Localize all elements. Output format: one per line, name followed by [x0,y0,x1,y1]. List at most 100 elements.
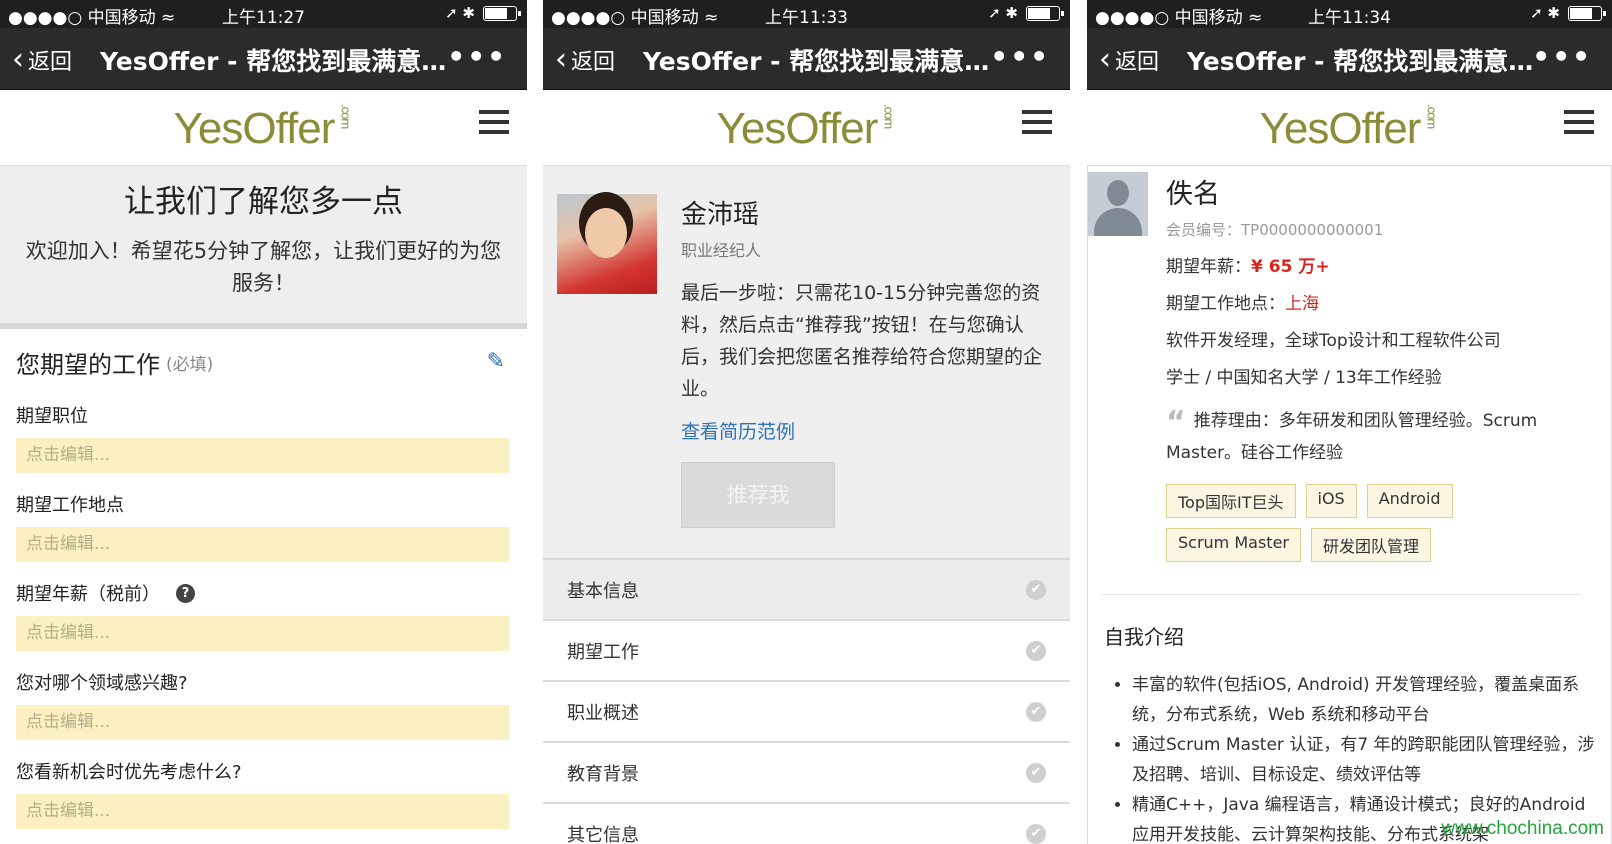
nav-bar: ‹ 返回 YesOffer - 帮您找到最满意的... ••• [1087,28,1612,90]
check-icon: ✔ [1026,701,1046,722]
page-title: 让我们了解您多一点 [124,184,403,220]
label-expected-salary: 期望年薪（税前）? [0,562,527,616]
location-bluetooth-icons: ➚ ✱ [445,4,475,22]
menu-icon[interactable] [479,110,509,140]
logo-text: YesOffer [1259,104,1422,153]
profile-section-list: 基本信息 ✔ 期望工作 ✔ 职业概述 ✔ 教育背景 ✔ 其它信息 ✔ [543,558,1070,844]
yesoffer-logo[interactable]: YesOffer .com [0,104,527,154]
phone-screen-candidate: ●●●●○ 中国移动 ≈ 上午11:34 ➚ ✱ ‹ 返回 YesOffer -… [1087,0,1612,844]
location-bluetooth-icons: ➚ ✱ [1530,4,1560,22]
expected-salary-field[interactable]: 点击编辑... [16,616,509,651]
nav-title: YesOffer - 帮您找到最满意的... [1187,47,1542,76]
location-bluetooth-icons: ➚ ✱ [988,4,1018,22]
status-icons: ➚ ✱ [445,4,521,22]
watermark: www.chochina.com [1441,818,1604,839]
menu-item-basic-info[interactable]: 基本信息 ✔ [543,560,1070,621]
agent-role: 职业经纪人 [681,241,762,260]
expected-salary: 期望年薪：¥ 65 万+ [1166,257,1330,277]
nav-bar: ‹ 返回 YesOffer - 帮您找到最满意的... ••• [543,28,1070,90]
current-position: 软件开发经理，全球Top设计和工程软件公司 [1166,331,1501,351]
interest-area-field[interactable]: 点击编辑... [16,705,509,740]
self-intro-title: 自我介绍 [1104,625,1184,649]
logo-suffix: .com [1424,104,1440,129]
back-label: 返回 [28,50,73,75]
logo-text: YesOffer [716,104,879,153]
battery-icon [1568,5,1606,21]
tag: 研发团队管理 [1310,528,1431,562]
label-expected-location: 期望工作地点 [16,495,124,516]
candidate-card: 佚名 会员编号：TP0000000000001 期望年薪：¥ 65 万+ 期望工… [1087,166,1612,595]
welcome-banner: 让我们了解您多一点 欢迎加入！希望花5分钟了解您，让我们更好的为您服务！ [0,166,527,329]
logo-suffix: .com [881,104,897,129]
menu-item-education[interactable]: 教育背景 ✔ [543,743,1070,804]
nav-bar: ‹ 返回 YesOffer - 帮您找到最满意的... ••• [0,28,527,90]
more-options-button[interactable]: ••• [990,40,1050,73]
menu-item-career-summary[interactable]: 职业概述 ✔ [543,682,1070,743]
menu-item-other-info[interactable]: 其它信息 ✔ [543,804,1070,844]
tag: Android [1366,484,1453,518]
yesoffer-logo[interactable]: YesOffer .com [543,104,1070,154]
back-label: 返回 [1115,50,1160,75]
agent-message: 最后一步啦：只需花10-15分钟完善您的资料，然后点击“推荐我”按钮！在与您确认… [681,282,1043,400]
yesoffer-logo[interactable]: YesOffer .com [1087,104,1612,154]
logo-suffix: .com [338,104,354,129]
menu-item-expected-job[interactable]: 期望工作 ✔ [543,621,1070,682]
tag: Scrum Master [1166,528,1301,562]
status-bar: ●●●●○ 中国移动 ≈ 上午11:33 ➚ ✱ [543,0,1070,28]
phone-screen-profile-form: ●●●●○ 中国移动 ≈ 上午11:27 ➚ ✱ ‹ 返回 YesOffer -… [0,0,527,844]
more-options-button[interactable]: ••• [447,40,507,73]
label-interest-area: 您对哪个领域感兴趣? [16,673,188,694]
status-bar: ●●●●○ 中国移动 ≈ 上午11:34 ➚ ✱ [1087,0,1612,28]
chevron-left-icon: ‹ [1099,42,1111,77]
status-icons: ➚ ✱ [1530,4,1606,22]
education-summary: 学士 / 中国知名大学 / 13年工作经验 [1166,368,1442,388]
menu-icon[interactable] [1564,110,1594,140]
quote-icon: “ [1166,405,1186,440]
help-icon[interactable]: ? [176,583,195,603]
priority-field[interactable]: 点击编辑... [16,794,509,829]
divider [1102,594,1581,595]
expected-location: 期望工作地点：上海 [1166,294,1319,314]
status-icons: ➚ ✱ [988,4,1064,22]
more-options-button[interactable]: ••• [1532,40,1592,73]
check-icon: ✔ [1026,640,1046,661]
list-item: 通过Scrum Master 认证，有7 年的跨职能团队管理经验，涉及招聘、培训… [1132,730,1595,790]
agent-name: 金沛瑶 [681,200,760,230]
battery-icon [483,5,521,21]
site-header: YesOffer .com [1087,90,1612,166]
self-introduction: 自我介绍 丰富的软件(包括iOS, Android) 开发管理经验，覆盖桌面系统… [1087,595,1612,844]
back-button[interactable]: ‹ 返回 [555,44,615,76]
recommendation-reason: “推荐理由：多年研发和团队管理经验。Scrum Master。硅谷工作经验 [1166,405,1538,464]
resume-example-link[interactable]: 查看简历范例 [681,417,1056,444]
menu-icon[interactable] [1022,110,1052,140]
expected-location-field[interactable]: 点击编辑... [16,527,509,562]
site-header: YesOffer .com [0,90,527,166]
tag: iOS [1305,484,1357,518]
logo-text: YesOffer [173,104,336,153]
required-note: (必填) [166,355,214,375]
tag: Top国际IT巨头 [1166,484,1296,518]
nav-title: YesOffer - 帮您找到最满意的... [643,47,1000,76]
expected-position-field[interactable]: 点击编辑... [16,438,509,473]
status-bar: ●●●●○ 中国移动 ≈ 上午11:27 ➚ ✱ [0,0,527,28]
back-button[interactable]: ‹ 返回 [1099,44,1159,76]
label-expected-position: 期望职位 [16,406,88,427]
edit-pencil-icon[interactable]: ✎ [487,349,505,374]
recommend-me-button[interactable]: 推荐我 [681,462,835,528]
skill-tags: Top国际IT巨头 iOS Android Scrum Master 研发团队管… [1166,484,1595,562]
default-avatar-icon [1088,172,1148,236]
phone-screen-agent: ●●●●○ 中国移动 ≈ 上午11:33 ➚ ✱ ‹ 返回 YesOffer -… [543,0,1070,844]
section-title: 您期望的工作 [16,351,160,379]
label-priority: 您看新机会时优先考虑什么? [16,762,242,783]
list-item: 丰富的软件(包括iOS, Android) 开发管理经验，覆盖桌面系统，分布式系… [1132,670,1595,730]
back-label: 返回 [571,50,616,75]
agent-avatar [557,194,657,294]
member-number: 会员编号：TP0000000000001 [1166,221,1384,239]
check-icon: ✔ [1026,823,1046,844]
chevron-left-icon: ‹ [555,42,567,77]
chevron-left-icon: ‹ [12,42,24,77]
candidate-name: 佚名 [1166,179,1220,210]
check-icon: ✔ [1026,762,1046,783]
section-expected-job: 您期望的工作 (必填) ✎ [0,329,527,384]
back-button[interactable]: ‹ 返回 [12,44,72,76]
